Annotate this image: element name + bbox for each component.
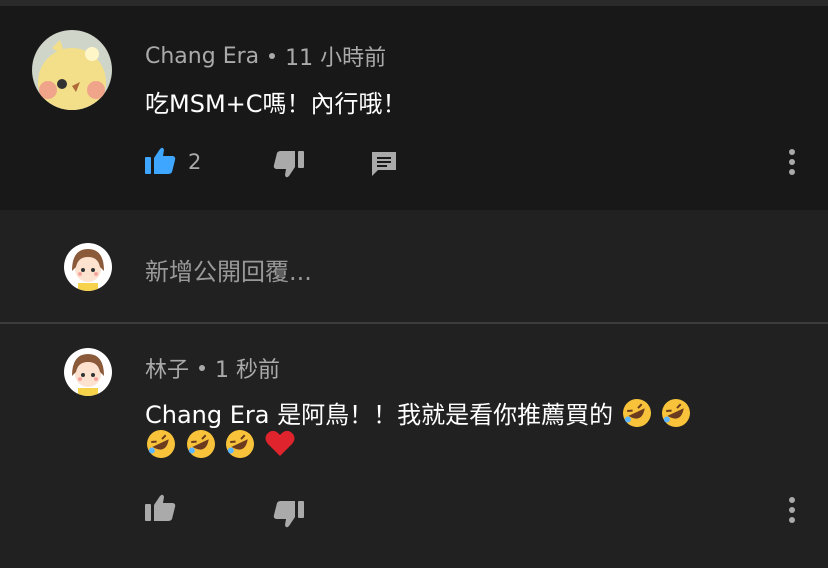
rolling-on-floor-laughing-emoji (621, 397, 653, 435)
comment-icon (370, 150, 398, 182)
thumbs-down-icon (273, 500, 305, 534)
like-button[interactable] (144, 492, 176, 526)
more-menu-button[interactable] (788, 497, 796, 527)
separator-dot (199, 365, 206, 371)
rolling-on-floor-laughing-emoji (224, 428, 256, 466)
thumbs-up-icon (144, 492, 176, 526)
rolling-on-floor-laughing-emoji (145, 428, 177, 466)
dislike-button[interactable] (273, 150, 305, 184)
thumbs-down-icon (273, 150, 305, 184)
comment-text-line: Chang Era 是阿鳥！！我就是看你推薦買的 (145, 401, 614, 429)
comment-author[interactable]: Chang Era (145, 44, 259, 69)
comment-text: 吃MSM+C嗎！內行哦！ (145, 90, 407, 118)
comment-meta: Chang Era 11 小時前 (145, 40, 386, 72)
reply-box (0, 210, 828, 322)
reply-button[interactable] (370, 150, 398, 182)
comment-meta: 林子 1 秒前 (145, 352, 280, 384)
red-heart-emoji (264, 428, 296, 466)
avatar[interactable] (64, 348, 112, 396)
more-menu-button[interactable] (788, 149, 796, 179)
comment-time[interactable]: 11 小時前 (285, 40, 386, 72)
divider (0, 322, 828, 324)
more-vertical-icon (788, 149, 796, 179)
reply-input[interactable]: 新增公開回覆... (145, 252, 312, 287)
more-vertical-icon (788, 497, 796, 527)
like-button[interactable]: 2 (144, 145, 201, 179)
dislike-button[interactable] (273, 500, 305, 534)
comment-card (0, 6, 828, 210)
comment-text-emoji-line (145, 428, 296, 466)
avatar[interactable] (64, 243, 112, 291)
separator-dot (269, 53, 276, 59)
like-count: 2 (188, 150, 202, 174)
avatar[interactable] (32, 30, 112, 110)
rolling-on-floor-laughing-emoji (185, 428, 217, 466)
comment-author[interactable]: 林子 (145, 352, 189, 384)
rolling-on-floor-laughing-emoji (660, 397, 692, 435)
thumbs-up-icon (144, 145, 176, 179)
comment-time[interactable]: 1 秒前 (215, 352, 280, 384)
